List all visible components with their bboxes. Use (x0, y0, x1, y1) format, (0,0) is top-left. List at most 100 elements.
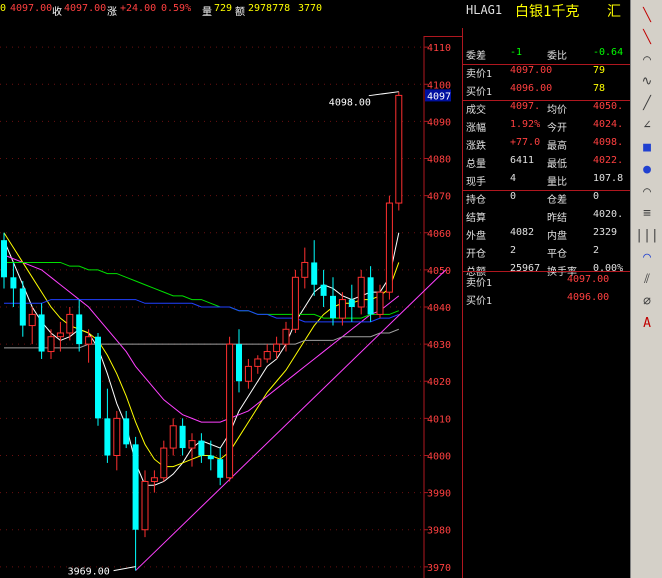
quote-label: 现手 (466, 177, 486, 188)
channel-tool-icon[interactable]: ╱ (635, 94, 659, 114)
candle-body (338, 299, 346, 319)
quote-label: 总量 (466, 159, 486, 170)
y-tick-label: 4010 (427, 414, 451, 425)
trade-value: 4096.00 (567, 292, 610, 303)
quote-row: 涨跌 +77.0 最高 4098. (463, 136, 631, 153)
quote-panel: HLAG1 白银1千克 汇 委差 -1 委比 -0.64 卖价1 4097.00 79 买价1… (462, 3, 631, 578)
candle-body (160, 447, 168, 479)
quote-row: 买价1 4096.00 78 (463, 82, 631, 99)
quote-label: 量比 (547, 177, 567, 188)
line-tool-icon[interactable]: ╲ (635, 6, 659, 26)
quote-value: 79 (593, 65, 606, 76)
quote-value: 4020. (593, 209, 624, 220)
drawing-toolbar: ╲ ╲ ⌒ ∿ ╱ ∠ ■ ● ⌒ ≡ ||| ◠ ⫽ ⌀ A (630, 0, 662, 578)
candle-body (301, 261, 309, 278)
candle-body (179, 425, 186, 449)
quote-row: 现手 4 量比 107.8 (463, 172, 631, 189)
quote-title: HLAG1 白银1千克 汇 (463, 0, 631, 20)
candle-body (123, 418, 130, 445)
quote-value: 6411 (510, 155, 535, 166)
y-tick-label: 4040 (427, 303, 451, 314)
quote-value: 4 (510, 173, 517, 184)
quote-value: 1.92% (510, 119, 541, 130)
contract-name: 白银1千克 (515, 4, 580, 20)
text-tool-icon[interactable]: A (635, 314, 659, 334)
candle-body (10, 277, 17, 289)
curve-tool-icon[interactable]: ∿ (635, 72, 659, 92)
eraser-icon[interactable]: ⌀ (635, 292, 659, 312)
candle-body (85, 336, 93, 345)
candle-body (217, 459, 224, 478)
candle-body (95, 336, 101, 419)
quote-label: 均价 (547, 105, 567, 116)
pct-value: 0.59% (161, 3, 192, 14)
low-annotation: 3969.00 (68, 567, 110, 578)
quote-label: 今开 (547, 123, 567, 134)
parallel-diag-icon[interactable]: ⫽ (635, 270, 659, 290)
trade-label: 卖价1 (466, 278, 493, 289)
ray-tool-icon[interactable]: ╲ (635, 28, 659, 48)
candle-body (273, 343, 281, 353)
arc-down-tool-icon[interactable]: ⌒ (635, 182, 659, 202)
more-link[interactable]: 汇 (607, 1, 621, 21)
quote-label: 结算 (466, 213, 486, 224)
contract-code: HLAG1 (466, 3, 503, 17)
ma-line (3, 254, 400, 423)
ma-legend-item: 28.10 (0, 22, 31, 33)
candle-body (207, 455, 214, 460)
y-tick-label: 4050 (427, 266, 451, 277)
divider (463, 271, 631, 272)
high-annotation-leader (368, 91, 399, 97)
y-tick-label: 4030 (427, 340, 451, 351)
candle-body (47, 336, 55, 353)
trade-row: 卖价1 4097.00 (463, 273, 631, 290)
y-tick-label: 4020 (427, 377, 451, 388)
quote-value: 4022. (593, 155, 624, 166)
candle-body (236, 344, 242, 382)
quote-label: 内盘 (547, 231, 567, 242)
volume-value: 729 (214, 3, 233, 14)
quote-row: 成交 4097. 均价 4050. (463, 100, 631, 117)
ma-line (3, 232, 400, 468)
candle-body (1, 240, 7, 278)
angle-tool-icon[interactable]: ∠ (635, 116, 659, 136)
candle-body (19, 288, 26, 326)
candle-body (385, 202, 393, 293)
candlestick-chart[interactable]: 4110410040904080407040604050404040304020… (0, 36, 462, 578)
quote-label: 昨结 (547, 213, 567, 224)
candle-body (169, 425, 177, 449)
quote-label: 涨跌 (466, 141, 486, 152)
quote-label: 委差 (466, 51, 486, 62)
ma-legend-item: MA4:4051.24 (102, 22, 169, 33)
candle-body (367, 277, 374, 315)
parallel-lines-icon[interactable]: ≡ (635, 204, 659, 224)
candle-body (113, 417, 121, 456)
cycle-icon[interactable]: ◠ (635, 248, 659, 268)
candle-body (395, 94, 403, 204)
quote-row: 开仓 2 平仓 2 (463, 244, 631, 261)
candle-body (141, 480, 149, 531)
amount-value: 2978778 (248, 3, 291, 14)
candle-body (198, 440, 205, 456)
low-annotation-leader (113, 566, 136, 572)
arc-tool-icon[interactable]: ⌒ (635, 50, 659, 70)
change-value: +24.00 (120, 3, 157, 14)
current-price-label: 4097 (427, 91, 451, 102)
quote-label: 成交 (466, 105, 486, 116)
quote-value: 4096.00 (510, 83, 553, 94)
quote-label: 最高 (547, 141, 567, 152)
y-tick-label: 3990 (427, 489, 451, 500)
fibonacci-icon[interactable]: ||| (635, 226, 659, 246)
candle-body (104, 418, 111, 456)
quote-row: 外盘 4082 内盘 2329 (463, 226, 631, 243)
quote-value: 107.8 (593, 173, 624, 184)
quote-value: 4050. (593, 101, 624, 112)
candle-body (132, 444, 139, 530)
rectangle-tool-icon[interactable]: ■ (635, 138, 659, 158)
candle-body (188, 440, 196, 449)
quote-row: 持仓 0 仓差 0 (463, 190, 631, 207)
candle-body (376, 291, 384, 315)
ellipse-tool-icon[interactable]: ● (635, 160, 659, 180)
quote-label: 开仓 (466, 249, 486, 260)
candle-body (150, 477, 158, 482)
